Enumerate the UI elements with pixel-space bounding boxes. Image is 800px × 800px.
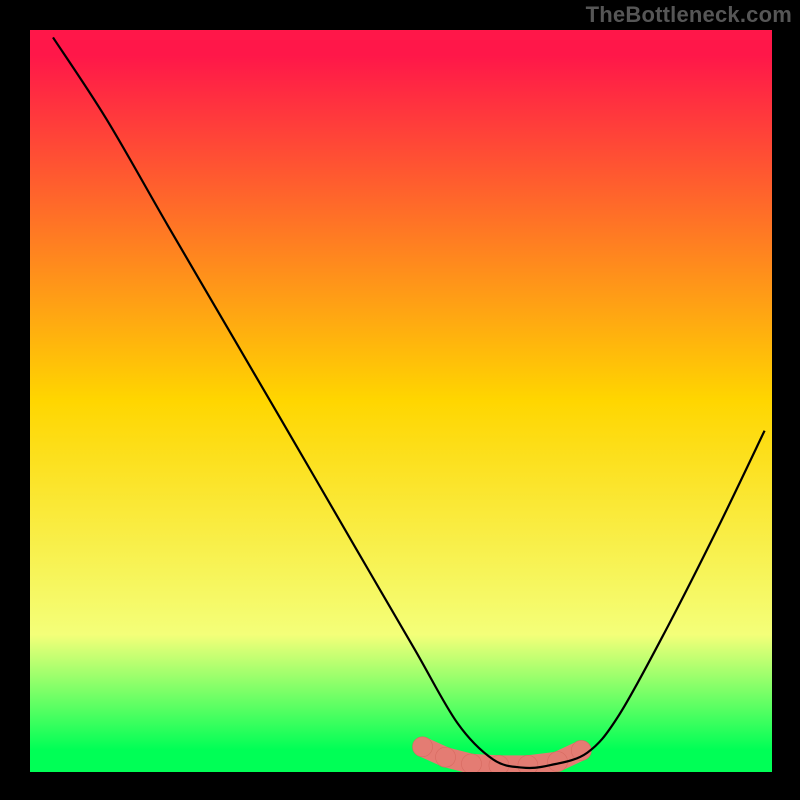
bottleneck-chart bbox=[0, 0, 800, 800]
gradient-background bbox=[30, 30, 772, 772]
chart-container: TheBottleneck.com bbox=[0, 0, 800, 800]
